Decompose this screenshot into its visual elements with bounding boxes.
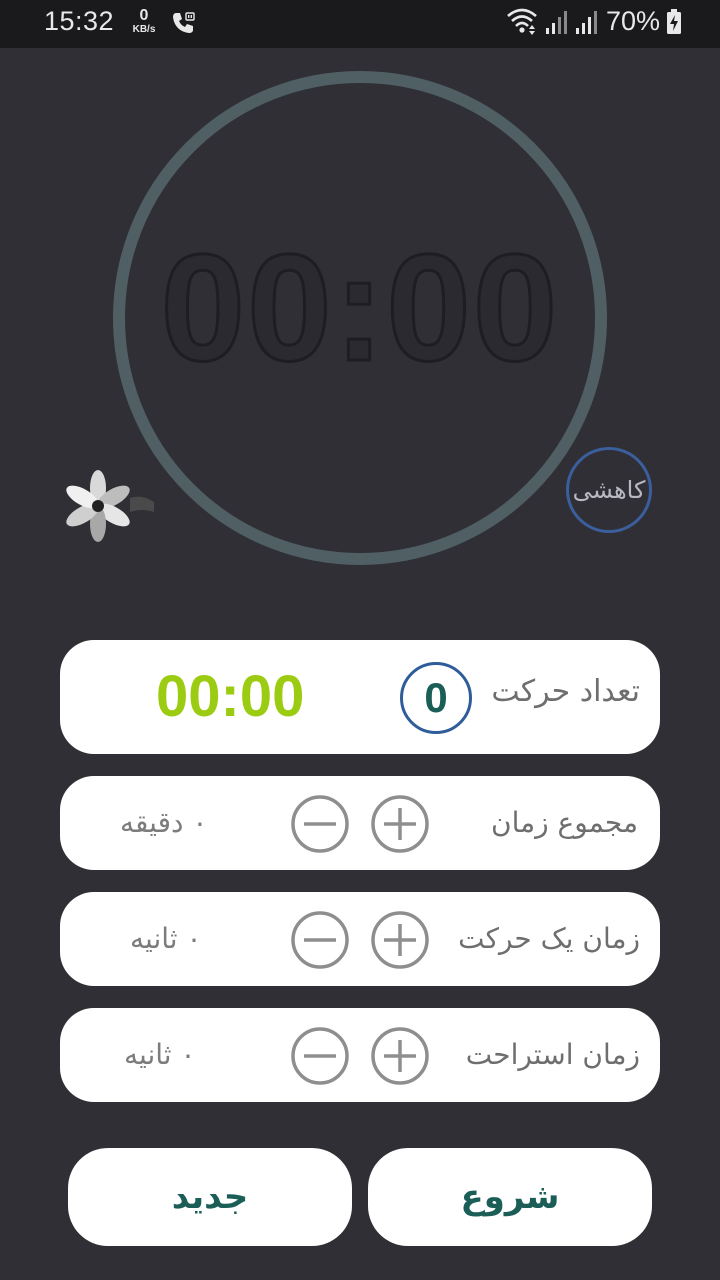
total-time-plus-button[interactable]: [370, 794, 430, 854]
timer-display: 00:00: [159, 223, 560, 393]
call-icon: [173, 12, 195, 33]
rest-time-label: زمان استراحت: [465, 1038, 640, 1071]
move-time-label: زمان یک حرکت: [458, 922, 640, 955]
move-count-card: تعداد حرکت 0 00:00: [60, 640, 660, 754]
move-time-card: زمان یک حرکت ۰ ثانیه: [60, 892, 660, 986]
move-time-minus-button[interactable]: [290, 910, 350, 970]
net-speed-value: 0: [139, 7, 149, 24]
rest-time-card: زمان استراحت ۰ ثانیه: [60, 1008, 660, 1102]
mode-decreasing-button[interactable]: کاهشی: [566, 447, 652, 533]
net-speed: 0 KB/s: [128, 8, 160, 35]
total-time-minus-button[interactable]: [290, 794, 350, 854]
status-bar: 15:32 0 KB/s 70%: [0, 0, 720, 48]
move-count-badge: 0: [400, 662, 472, 734]
move-time-plus-button[interactable]: [370, 910, 430, 970]
total-time-label: مجموع زمان: [491, 806, 638, 839]
rest-time-minus-button[interactable]: [290, 1026, 350, 1086]
total-time-card: مجموع زمان ۰ دقیقه: [60, 776, 660, 870]
move-time-value: ۰ ثانیه: [130, 922, 202, 955]
wifi-icon: [507, 8, 537, 35]
rest-time-plus-button[interactable]: [370, 1026, 430, 1086]
flower-logo: [66, 470, 154, 542]
total-time-value: ۰ دقیقه: [120, 806, 208, 839]
signal-icon: [575, 10, 597, 34]
net-speed-unit: KB/s: [132, 24, 156, 35]
new-button[interactable]: جدید: [68, 1148, 352, 1246]
battery-charging-icon: [667, 8, 681, 34]
status-time: 15:32: [44, 6, 115, 36]
start-button[interactable]: شروع: [368, 1148, 652, 1246]
elapsed-time: 00:00: [156, 664, 305, 729]
signal-icon: [545, 10, 567, 34]
status-right: 70%: [506, 6, 682, 37]
rest-time-value: ۰ ثانیه: [124, 1038, 196, 1071]
move-count-label: تعداد حرکت: [491, 674, 640, 709]
battery-percent: 70%: [605, 6, 660, 36]
